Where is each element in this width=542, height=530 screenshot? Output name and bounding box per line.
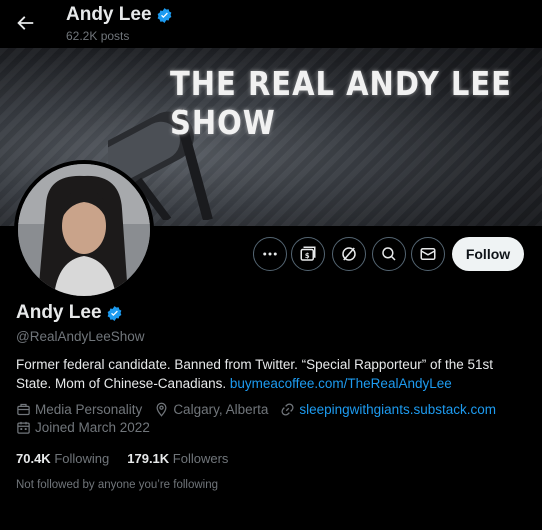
location-item: Calgary, Alberta	[154, 402, 268, 417]
subscribe-button[interactable]: $	[291, 237, 325, 271]
profile-avatar[interactable]	[14, 160, 154, 300]
verified-badge-icon	[157, 7, 171, 23]
more-icon	[263, 252, 277, 256]
message-icon	[420, 248, 436, 260]
profile-handle: @RealAndyLeeShow	[16, 329, 145, 344]
header-name: Andy Lee	[66, 4, 152, 25]
top-bar: Andy Lee 62.2K posts	[0, 0, 542, 48]
profile-name-row: Andy Lee	[16, 302, 123, 324]
avatar-portrait	[18, 164, 150, 296]
grok-button[interactable]	[332, 237, 366, 271]
more-button[interactable]	[253, 237, 287, 271]
following-label: Following	[54, 451, 110, 466]
post-count: 62.2K posts	[66, 29, 130, 43]
header-name-row: Andy Lee	[66, 4, 173, 26]
profile-bio: Former federal candidate. Banned from Tw…	[16, 355, 526, 393]
message-button[interactable]	[411, 237, 445, 271]
search-button[interactable]	[372, 237, 406, 271]
joined-item: Joined March 2022	[16, 420, 150, 435]
followers-stat[interactable]: 179.1K Followers	[127, 451, 228, 466]
followers-label: Followers	[172, 451, 229, 466]
link-icon	[281, 403, 294, 416]
banner-title: THE REAL ANDY LEE SHOW	[170, 64, 512, 143]
joined-text: Joined March 2022	[35, 420, 150, 435]
follow-stats: 70.4K Following 179.1K Followers	[16, 451, 228, 466]
back-arrow-icon[interactable]	[14, 12, 36, 34]
profile-joined-row: Joined March 2022	[16, 420, 162, 435]
subscribe-icon: $	[300, 246, 316, 261]
profile-name: Andy Lee	[16, 302, 102, 323]
verified-badge-icon[interactable]	[106, 305, 123, 322]
profile-tabs-partial	[0, 520, 542, 530]
website-item[interactable]: sleepingwithgiants.substack.com	[280, 402, 496, 417]
briefcase-icon	[17, 403, 30, 416]
category-text: Media Personality	[35, 402, 143, 417]
following-count: 70.4K	[16, 451, 51, 466]
profile-meta-row: Media Personality Calgary, Alberta sleep…	[16, 402, 508, 417]
not-followed-note: Not followed by anyone you’re following	[16, 479, 219, 491]
category-item: Media Personality	[16, 402, 142, 417]
follow-button[interactable]: Follow	[452, 237, 524, 271]
grok-icon	[342, 247, 356, 261]
website-link[interactable]: sleepingwithgiants.substack.com	[299, 402, 496, 417]
following-stat[interactable]: 70.4K Following	[16, 451, 109, 466]
followers-count: 179.1K	[127, 451, 170, 466]
search-icon	[382, 247, 396, 261]
location-pin-icon	[156, 402, 167, 417]
bio-link[interactable]: buymeacoffee.com/TheRealAndyLee	[230, 376, 452, 391]
location-text: Calgary, Alberta	[173, 402, 269, 417]
svg-text:$: $	[305, 252, 310, 260]
calendar-icon	[17, 421, 30, 434]
